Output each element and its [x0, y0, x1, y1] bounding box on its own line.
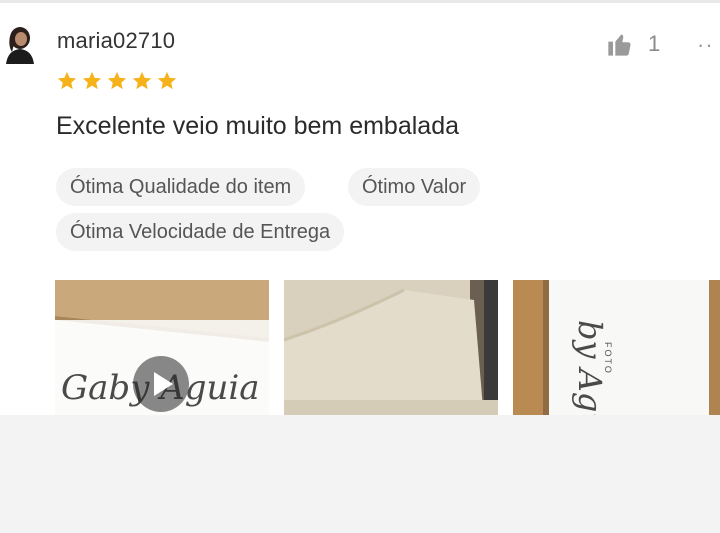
- star-icon: [82, 71, 102, 90]
- photo-small-text: FOTO: [603, 342, 613, 375]
- star-icon: [157, 71, 177, 90]
- play-icon: [154, 372, 173, 396]
- like-button[interactable]: 1: [606, 30, 660, 58]
- review-video-thumbnail[interactable]: Gaby Aguia: [55, 280, 269, 415]
- like-count: 1: [648, 31, 661, 56]
- username[interactable]: maria02710: [57, 28, 175, 54]
- thumbs-up-icon: [608, 34, 631, 56]
- photo-image: [284, 280, 498, 415]
- star-icon: [107, 71, 127, 90]
- more-options-icon[interactable]: ··: [697, 32, 714, 58]
- review-comment: Excelente veio muito bem embalada: [56, 112, 460, 140]
- review-photo[interactable]: by Agu FOTO: [513, 280, 720, 415]
- star-icon: [57, 71, 77, 90]
- avatar[interactable]: [2, 24, 38, 66]
- star-icon: [132, 71, 152, 90]
- empty-area: [0, 415, 720, 533]
- review-photo[interactable]: [284, 280, 498, 415]
- play-button[interactable]: [133, 356, 189, 412]
- review-tag: Ótimo Valor: [348, 168, 481, 206]
- review-tag: Ótima Velocidade de Entrega: [56, 213, 345, 251]
- divider: [0, 0, 720, 3]
- review-tag: Ótima Qualidade do item: [56, 168, 306, 206]
- rating-stars: [56, 70, 178, 92]
- photo-image: [513, 280, 720, 415]
- review-card: maria02710 1 ·· Excelente veio muito bem…: [0, 0, 720, 415]
